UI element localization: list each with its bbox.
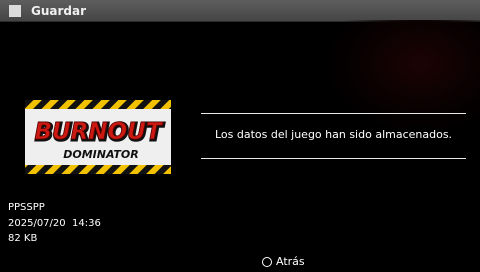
window-title: Guardar <box>31 4 87 18</box>
circle-button-icon <box>262 257 272 267</box>
save-complete-message: Los datos del juego han sido almacenados… <box>214 128 453 141</box>
logo-dominator-text: DOMINATOR <box>63 148 139 161</box>
message-divider-top <box>201 113 466 114</box>
back-label: Atrás <box>276 255 305 268</box>
save-datetime: 2025/07/20 14:36 <box>8 218 101 229</box>
game-thumbnail: BURNOUT BURNOUT DOMINATOR <box>25 100 171 174</box>
save-app-name: PPSSPP <box>8 202 45 213</box>
logo-burnout-text: BURNOUT <box>34 119 163 145</box>
message-divider-bottom <box>201 158 466 159</box>
save-size: 82 KB <box>8 233 38 244</box>
burnout-dominator-logo: BURNOUT BURNOUT DOMINATOR <box>25 100 171 174</box>
square-icon <box>9 5 21 17</box>
title-bar: Guardar <box>0 0 480 22</box>
